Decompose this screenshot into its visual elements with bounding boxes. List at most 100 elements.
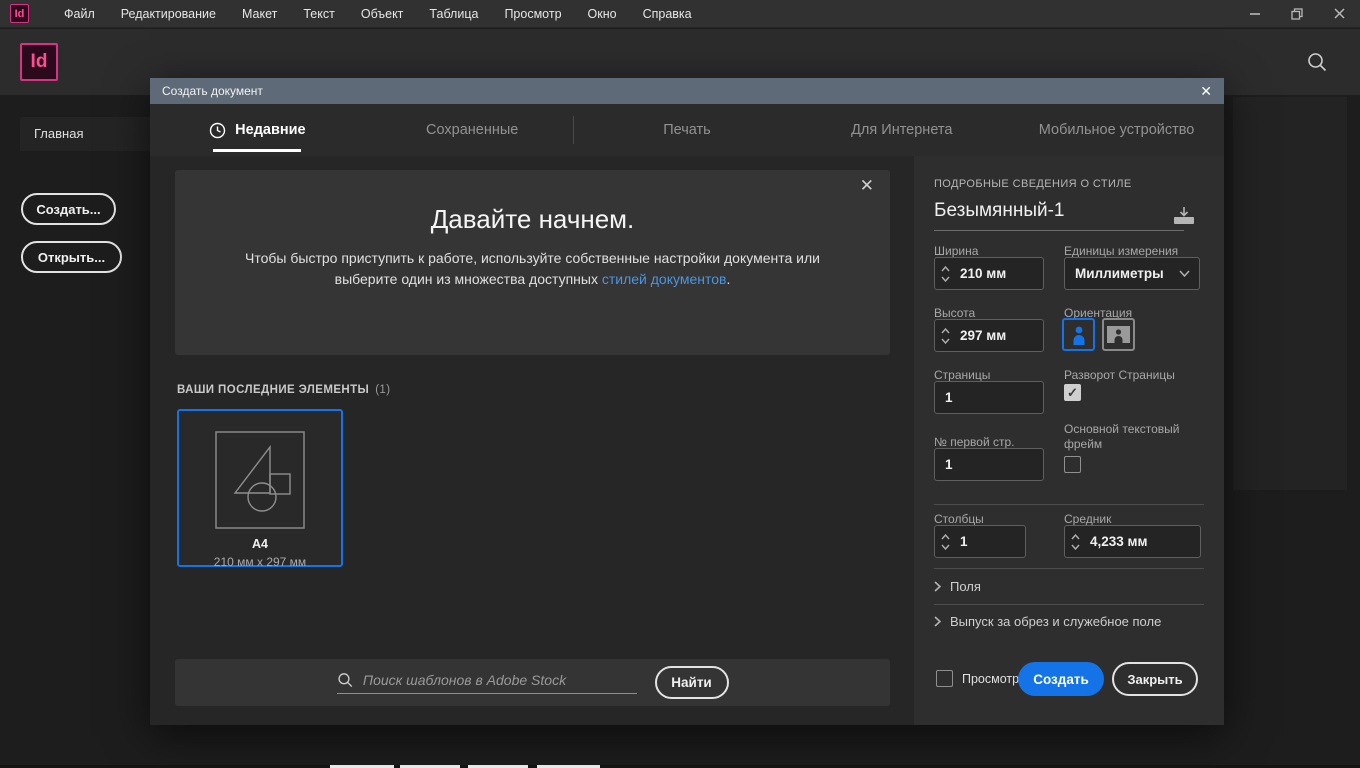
menu-window[interactable]: Окно: [575, 0, 630, 28]
divider: [934, 504, 1204, 505]
gutter-stepper[interactable]: [1064, 525, 1201, 558]
menu-file[interactable]: Файл: [51, 0, 108, 28]
width-spin-buttons[interactable]: [935, 266, 955, 282]
home-create-button[interactable]: Создать...: [21, 193, 116, 225]
facing-pages-checkbox[interactable]: ✓: [1064, 384, 1081, 401]
width-input[interactable]: [955, 266, 1035, 281]
minimize-button[interactable]: [1234, 0, 1276, 28]
menu-edit[interactable]: Редактирование: [108, 0, 229, 28]
stock-search-input[interactable]: [363, 672, 637, 688]
sidebar-item-home[interactable]: Главная: [20, 117, 156, 151]
columns-spin-buttons[interactable]: [935, 534, 955, 550]
welcome-body-text: Чтобы быстро приступить к работе, исполь…: [245, 250, 820, 287]
recent-items-heading: ВАШИ ПОСЛЕДНИЕ ЭЛЕМЕНТЫ (1): [177, 384, 390, 396]
start-page-input[interactable]: [935, 457, 1015, 472]
close-icon: [1334, 8, 1345, 19]
home-open-button[interactable]: Открыть...: [21, 241, 122, 273]
welcome-body: Чтобы быстро приступить к работе, исполь…: [220, 248, 845, 290]
units-value: Миллиметры: [1065, 266, 1164, 281]
gutter-input[interactable]: [1085, 534, 1185, 549]
orientation-landscape-button[interactable]: [1102, 318, 1135, 351]
dialog-close-button[interactable]: ✕: [1200, 84, 1212, 98]
menu-help[interactable]: Справка: [630, 0, 705, 28]
height-label: Высота: [934, 306, 975, 320]
document-presets-link[interactable]: стилей документов: [602, 271, 727, 287]
document-name-underline: [934, 230, 1184, 231]
recent-items-count: (1): [375, 384, 390, 396]
columns-label: Столбцы: [934, 512, 984, 526]
tab-web[interactable]: Для Интернета: [794, 104, 1009, 156]
gutter-spin-buttons[interactable]: [1065, 534, 1085, 550]
menu-view[interactable]: Просмотр: [491, 0, 574, 28]
preset-name: A4: [179, 537, 341, 551]
tab-label: Для Интернета: [851, 122, 952, 138]
menu-type[interactable]: Текст: [290, 0, 347, 28]
document-name-input[interactable]: Безымянный-1: [934, 200, 1166, 222]
bleed-section-toggle[interactable]: Выпуск за обрез и служебное поле: [934, 614, 1161, 629]
height-spin-buttons[interactable]: [935, 328, 955, 344]
create-button[interactable]: Создать: [1018, 662, 1104, 696]
pages-field[interactable]: [934, 381, 1044, 414]
primary-text-frame-checkbox[interactable]: [1064, 456, 1081, 473]
width-label: Ширина: [934, 244, 978, 258]
window-controls: [1234, 0, 1360, 28]
tab-mobile[interactable]: Мобильное устройство: [1009, 104, 1224, 156]
preset-details-panel: ПОДРОБНЫЕ СВЕДЕНИЯ О СТИЛЕ Безымянный-1 …: [914, 156, 1224, 725]
tab-label: Печать: [663, 122, 711, 138]
preview-checkbox[interactable]: [936, 670, 953, 687]
menu-object[interactable]: Объект: [348, 0, 417, 28]
orientation-portrait-button[interactable]: [1062, 318, 1095, 351]
menu-bar: Id Файл Редактирование Макет Текст Объек…: [0, 0, 1360, 28]
tab-recent[interactable]: Недавние: [150, 104, 365, 156]
margins-section-toggle[interactable]: Поля: [934, 579, 981, 594]
tab-label: Недавние: [235, 122, 305, 138]
tab-divider: [573, 116, 574, 144]
bleed-section-label: Выпуск за обрез и служебное поле: [950, 614, 1161, 629]
chevron-down-icon: [941, 276, 950, 282]
dialog-tabs: Недавние Сохраненные Печать Для Интернет…: [150, 104, 1224, 156]
chevron-up-icon: [941, 266, 950, 272]
tab-saved[interactable]: Сохраненные: [365, 104, 580, 156]
close-window-button[interactable]: [1318, 0, 1360, 28]
divider: [934, 604, 1204, 605]
units-dropdown[interactable]: Миллиметры: [1064, 257, 1200, 290]
restore-button[interactable]: [1276, 0, 1318, 28]
find-button[interactable]: Найти: [655, 666, 729, 699]
recent-items-heading-text: ВАШИ ПОСЛЕДНИЕ ЭЛЕМЕНТЫ: [177, 384, 369, 396]
columns-input[interactable]: [955, 534, 1010, 549]
home-background-panel: [1233, 97, 1347, 490]
welcome-close-button[interactable]: ✕: [860, 176, 874, 196]
save-preset-button[interactable]: [1172, 206, 1198, 228]
create-document-dialog: Создать документ ✕ Недавние Сохраненные …: [150, 78, 1224, 725]
menu-table[interactable]: Таблица: [416, 0, 491, 28]
clock-icon: [209, 122, 226, 139]
height-input[interactable]: [955, 328, 1035, 343]
save-preset-icon: [1172, 206, 1196, 226]
height-stepper[interactable]: [934, 319, 1044, 352]
blank-document-icon: [215, 431, 305, 529]
chevron-up-icon: [1071, 534, 1080, 540]
indesign-logo-large-icon: Id: [20, 43, 58, 81]
columns-stepper[interactable]: [934, 525, 1026, 558]
stock-search-bar: Найти: [175, 659, 890, 706]
restore-icon: [1291, 8, 1303, 20]
search-icon: [337, 671, 353, 689]
recent-preset-card-a4[interactable]: A4 210 мм x 297 мм: [177, 409, 343, 567]
tab-print[interactable]: Печать: [580, 104, 795, 156]
search-icon: [1306, 51, 1328, 73]
start-page-field[interactable]: [934, 448, 1044, 481]
welcome-body-end: .: [726, 271, 730, 287]
start-page-label: № первой стр.: [934, 435, 1015, 449]
width-stepper[interactable]: [934, 257, 1044, 290]
welcome-panel: ✕ Давайте начнем. Чтобы быстро приступит…: [175, 170, 890, 355]
menu-layout[interactable]: Макет: [229, 0, 290, 28]
close-button[interactable]: Закрыть: [1112, 662, 1198, 696]
pages-input[interactable]: [935, 390, 1015, 405]
app-search-button[interactable]: [1304, 49, 1330, 75]
tab-label: Сохраненные: [426, 122, 518, 138]
dialog-title: Создать документ: [162, 84, 1200, 98]
check-icon: ✓: [1067, 385, 1078, 401]
chevron-down-icon: [1071, 544, 1080, 550]
chevron-up-icon: [941, 534, 950, 540]
chevron-right-icon: [934, 616, 941, 627]
